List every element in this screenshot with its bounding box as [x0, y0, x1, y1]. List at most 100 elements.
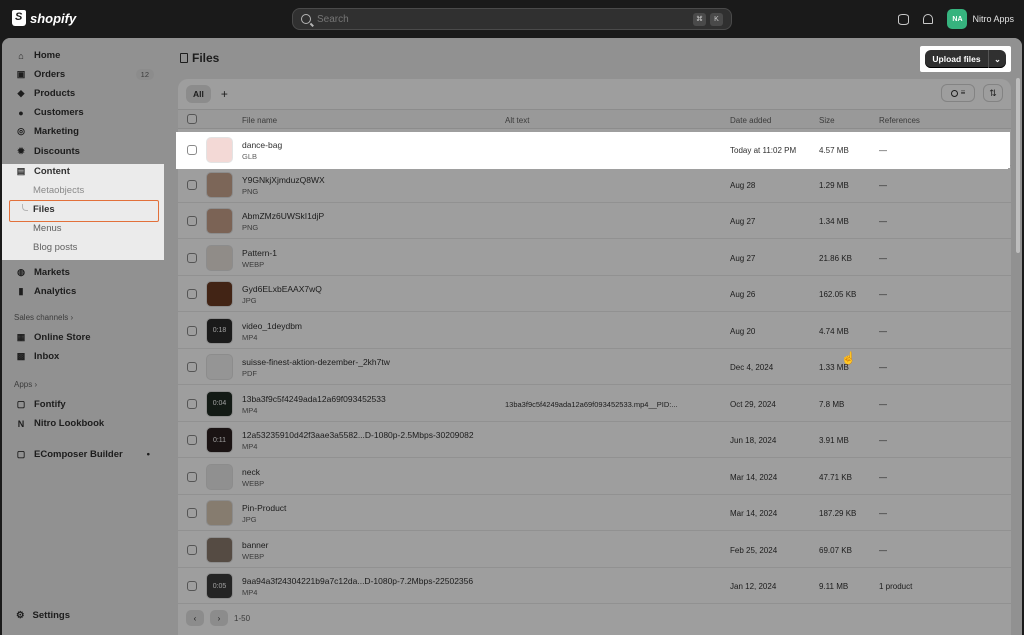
next-page-button[interactable]: ›: [210, 610, 228, 626]
file-thumbnail[interactable]: [206, 137, 233, 163]
table-row[interactable]: 0:04 13ba3f9c5f4249ada12a69f093452533 MP4 1…: [178, 385, 1011, 422]
upload-files-button[interactable]: Upload files ⌄: [925, 50, 1006, 68]
row-checkbox[interactable]: [187, 362, 197, 372]
row-checkbox[interactable]: [187, 325, 197, 336]
sidebar-subitem-blog-posts[interactable]: Blog posts: [2, 238, 164, 257]
sidebar-item-settings[interactable]: ⚙ Settings: [16, 610, 70, 621]
table-row[interactable]: 0:11 12a53235910d42f3aae3a5582...D-1080p-…: [178, 422, 1011, 458]
sidebar-item-discounts[interactable]: ✹ Discounts: [2, 142, 164, 161]
store-switcher[interactable]: NA Nitro Apps: [947, 9, 1014, 29]
table-row[interactable]: 0:05 9aa94a3f24304221b9a7c12da...D-1080p-…: [178, 568, 1011, 604]
file-thumbnail[interactable]: 0:11: [206, 427, 233, 453]
table-row[interactable]: dance-bag GLB Today at 11:02 PM 4.57 MB —: [178, 132, 1010, 168]
sidebar-item-fontify[interactable]: ▢ Fontify: [2, 395, 164, 414]
sidebar-item-products[interactable]: ◆ Products: [2, 84, 164, 103]
sidebar-item-ecomposer[interactable]: ▢ EComposer Builder •: [2, 445, 164, 464]
sidebar-item-home[interactable]: ⌂ Home: [2, 46, 164, 65]
file-name[interactable]: Pattern-1: [242, 248, 277, 258]
shopify-logo[interactable]: shopify: [12, 10, 76, 26]
file-thumbnail[interactable]: [206, 536, 233, 563]
table-row[interactable]: Y9GNkjXjmduzQ8WX PNG Aug 28 1.29 MB —: [178, 166, 1011, 203]
sales-channels-heading[interactable]: Sales channels ›: [14, 313, 73, 322]
file-size: 4.74 MB: [819, 326, 849, 336]
file-name[interactable]: AbmZMz6UWSkI1djP: [242, 211, 324, 221]
col-date-added[interactable]: Date added: [730, 116, 771, 125]
scrollbar[interactable]: [1016, 78, 1020, 253]
col-alt-text[interactable]: Alt text: [505, 116, 529, 125]
sidebar-item-label: Home: [34, 50, 61, 61]
sidebar-item-markets[interactable]: ◍ Markets: [2, 263, 164, 282]
row-checkbox[interactable]: [187, 435, 197, 445]
file-thumbnail[interactable]: [206, 244, 233, 271]
file-name[interactable]: 13ba3f9c5f4249ada12a69f093452533: [242, 394, 386, 404]
file-name[interactable]: Gyd6ELxbEAAX7wQ: [242, 284, 322, 294]
row-checkbox[interactable]: [187, 216, 197, 226]
file-thumbnail[interactable]: [206, 463, 233, 490]
file-name[interactable]: Pin-Product: [242, 503, 286, 513]
sidebar-item-orders[interactable]: ▣ Orders 12: [2, 65, 164, 84]
prev-page-button[interactable]: ‹: [186, 610, 204, 626]
file-name[interactable]: Y9GNkjXjmduzQ8WX: [242, 175, 325, 185]
file-name[interactable]: video_1deydbm: [242, 321, 302, 331]
target-icon: ◎: [17, 126, 25, 136]
search-bar[interactable]: ⌘ K: [292, 8, 732, 30]
row-checkbox[interactable]: [187, 179, 197, 190]
file-size: 4.57 MB: [819, 146, 849, 155]
row-checkbox[interactable]: [187, 471, 197, 482]
file-thumbnail[interactable]: [206, 208, 233, 234]
file-thumbnail[interactable]: 0:05: [206, 573, 233, 599]
table-row[interactable]: suisse-finest-aktion-dezember-_2kh7tw PDF…: [178, 349, 1011, 385]
apps-heading[interactable]: Apps ›: [14, 380, 37, 389]
sidebar-item-online-store[interactable]: ▦ Online Store: [2, 328, 164, 347]
sidebar-item-inbox[interactable]: ▩ Inbox: [2, 347, 164, 366]
search-input[interactable]: [317, 13, 689, 25]
row-checkbox[interactable]: [187, 289, 197, 299]
row-checkbox[interactable]: [187, 544, 197, 555]
file-thumbnail[interactable]: [206, 171, 233, 198]
sidebar-subitem-metaobjects[interactable]: Metaobjects: [2, 181, 164, 200]
add-view-button[interactable]: +: [221, 87, 228, 101]
sidebar-item-customers[interactable]: ● Customers: [2, 103, 164, 122]
sidebar-item-analytics[interactable]: ▮ Analytics: [2, 282, 164, 301]
row-checkbox[interactable]: [187, 145, 197, 155]
row-checkbox[interactable]: [187, 398, 197, 409]
upload-files-label[interactable]: Upload files: [925, 50, 989, 68]
file-name[interactable]: dance-bag: [242, 140, 282, 150]
row-checkbox[interactable]: [187, 581, 197, 591]
database-icon[interactable]: [898, 13, 910, 25]
search-filter-button[interactable]: ≡: [941, 84, 975, 102]
bell-icon[interactable]: [923, 14, 934, 24]
sort-button[interactable]: ⇅: [983, 84, 1003, 102]
chevron-down-icon[interactable]: ⌄: [989, 50, 1006, 68]
col-file-name[interactable]: File name: [242, 116, 277, 125]
file-name[interactable]: banner: [242, 540, 268, 550]
file-thumbnail[interactable]: [206, 354, 233, 380]
col-references[interactable]: References: [879, 116, 920, 125]
table-row[interactable]: AbmZMz6UWSkI1djP PNG Aug 27 1.34 MB —: [178, 203, 1011, 239]
table-row[interactable]: 0:18 video_1deydbm MP4 Aug 20 4.74 MB —: [178, 312, 1011, 349]
highlighted-file-row[interactable]: dance-bag GLB Today at 11:02 PM 4.57 MB —: [176, 132, 1010, 169]
sidebar-subitem-menus[interactable]: Menus: [2, 219, 164, 238]
tab-all[interactable]: All: [186, 85, 211, 103]
more-dot-icon[interactable]: •: [147, 449, 150, 460]
table-row[interactable]: banner WEBP Feb 25, 2024 69.07 KB —: [178, 531, 1011, 568]
select-all-checkbox[interactable]: [187, 114, 197, 124]
file-thumbnail[interactable]: [206, 281, 233, 307]
table-row[interactable]: Gyd6ELxbEAAX7wQ JPG Aug 26 162.05 KB —: [178, 276, 1011, 312]
table-row[interactable]: Pin-Product JPG Mar 14, 2024 187.29 KB —: [178, 495, 1011, 531]
file-name[interactable]: 9aa94a3f24304221b9a7c12da...D-1080p-7.2M…: [242, 576, 473, 586]
row-checkbox[interactable]: [187, 508, 197, 518]
file-thumbnail[interactable]: 0:04: [206, 390, 233, 417]
file-name[interactable]: suisse-finest-aktion-dezember-_2kh7tw: [242, 357, 390, 367]
row-checkbox[interactable]: [187, 252, 197, 263]
file-name[interactable]: 12a53235910d42f3aae3a5582...D-1080p-2.5M…: [242, 430, 474, 440]
sidebar-item-nitro-lookbook[interactable]: N Nitro Lookbook: [2, 414, 164, 433]
sidebar-item-content[interactable]: ▤ Content: [2, 162, 164, 181]
file-thumbnail[interactable]: 0:18: [206, 317, 233, 344]
sidebar-item-marketing[interactable]: ◎ Marketing: [2, 122, 164, 141]
file-name[interactable]: neck: [242, 467, 260, 477]
table-row[interactable]: neck WEBP Mar 14, 2024 47.71 KB —: [178, 458, 1011, 495]
file-thumbnail[interactable]: [206, 500, 233, 526]
col-size[interactable]: Size: [819, 116, 835, 125]
table-row[interactable]: Pattern-1 WEBP Aug 27 21.86 KB —: [178, 239, 1011, 276]
